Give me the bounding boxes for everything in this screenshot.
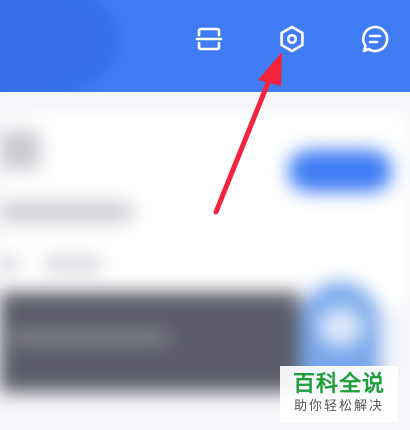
app-screen: 百科全说 助你轻松解决 <box>0 0 410 430</box>
settings-button[interactable] <box>275 22 309 56</box>
profile-card <box>0 110 410 310</box>
watermark-subtitle: 助你轻松解决 <box>293 399 384 414</box>
action-pill-button[interactable] <box>288 150 392 192</box>
message-button[interactable] <box>358 22 392 56</box>
message-icon <box>361 25 389 53</box>
watermark-title: 百科全说 <box>292 372 385 397</box>
placeholder-line <box>44 258 102 270</box>
banner-panel <box>0 292 300 392</box>
placeholder-line <box>0 202 132 222</box>
header-icon-bar <box>0 0 410 80</box>
mascot-face <box>318 307 364 347</box>
scan-button[interactable] <box>192 22 226 56</box>
placeholder-line <box>0 258 20 270</box>
top-header <box>0 0 410 92</box>
scan-icon <box>195 27 223 51</box>
placeholder-line <box>10 332 170 344</box>
placeholder-block <box>0 130 40 170</box>
settings-hexagon-icon <box>280 25 304 53</box>
watermark-logo: 百科全说 助你轻松解决 <box>280 366 398 422</box>
